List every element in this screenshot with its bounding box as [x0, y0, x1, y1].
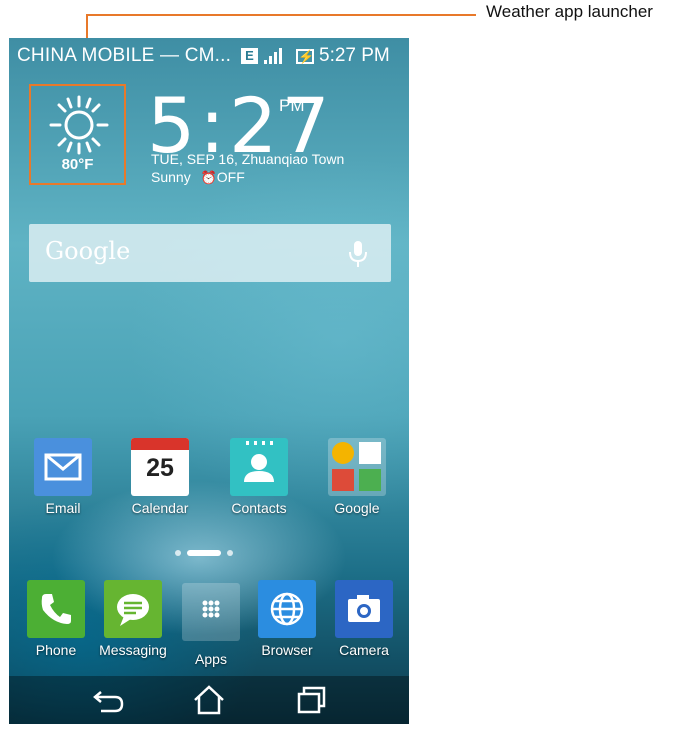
weather-app-launcher[interactable]: 80°F	[29, 84, 126, 185]
app-label-email: Email	[45, 500, 81, 516]
weather-condition-line: Sunny ⏰OFF	[151, 169, 245, 186]
battery-charging-icon: ⚡	[296, 49, 315, 64]
weather-condition: Sunny	[151, 169, 191, 185]
app-email[interactable]: Email	[23, 438, 103, 516]
clock-ampm: PM	[279, 96, 305, 115]
date-location: TUE, SEP 16, Zhuanqiao Town	[151, 151, 345, 167]
app-label-google: Google	[334, 500, 380, 516]
alarm-status: OFF	[216, 169, 245, 185]
phone-handset-icon	[27, 580, 85, 638]
dock-app-phone[interactable]: Phone	[16, 580, 96, 658]
camera-icon	[335, 580, 393, 638]
globe-icon	[258, 580, 316, 638]
callout-label: Weather app launcher	[486, 2, 653, 21]
app-contacts[interactable]: Contacts	[219, 438, 299, 516]
navigation-bar	[9, 676, 409, 724]
status-icons: E ⚡	[241, 47, 314, 64]
dock-app-messaging[interactable]: Messaging	[93, 580, 173, 658]
page-dot	[175, 550, 181, 556]
sun-icon	[49, 95, 109, 155]
recent-apps-icon[interactable]	[291, 682, 331, 718]
dock-app-browser[interactable]: Browser	[247, 580, 327, 658]
app-grid-icon	[182, 583, 240, 641]
dock-label-camera: Camera	[339, 642, 389, 658]
contact-card-icon	[230, 438, 288, 496]
carrier-name: CHINA MOBILE — CM...	[17, 45, 232, 66]
alarm-clock-icon: ⏰	[200, 170, 217, 185]
dock-label-phone: Phone	[35, 642, 77, 658]
folder-icon	[328, 438, 386, 496]
back-arrow-icon[interactable]	[89, 682, 129, 718]
envelope-icon	[34, 438, 92, 496]
app-label-contacts: Contacts	[231, 500, 287, 516]
status-bar: CHINA MOBILE — CM... E ⚡ 5:27 PM	[9, 38, 409, 74]
home-icon[interactable]	[189, 682, 229, 718]
dock-label-messaging: Messaging	[99, 642, 167, 658]
dock-label-apps: Apps	[195, 651, 227, 667]
network-type-icon: E	[241, 48, 258, 64]
chat-bubble-icon	[104, 580, 162, 638]
dock-app-apps[interactable]: Apps	[171, 583, 251, 667]
page-dot	[227, 550, 233, 556]
app-calendar[interactable]: 25 Calendar	[120, 438, 200, 516]
google-search-bar[interactable]: Google	[29, 224, 391, 282]
callout-line	[86, 14, 476, 16]
dock-app-camera[interactable]: Camera	[324, 580, 404, 658]
screenshot-canvas: Weather app launcher CHINA MOBILE — CM..…	[0, 0, 689, 749]
calendar-day: 25	[146, 454, 174, 482]
page-indicator	[175, 550, 233, 556]
status-time: 5:27 PM	[319, 45, 390, 66]
dock-label-browser: Browser	[261, 642, 313, 658]
calendar-icon: 25	[131, 438, 189, 496]
microphone-icon[interactable]	[347, 240, 369, 268]
signal-strength-icon	[264, 47, 282, 64]
google-logo: Google	[45, 237, 131, 265]
app-label-calendar: Calendar	[131, 500, 189, 516]
app-folder-google[interactable]: Google	[317, 438, 397, 516]
page-dot-active	[187, 550, 221, 556]
phone-home-screen: CHINA MOBILE — CM... E ⚡ 5:27 PM 80°F 5:…	[9, 38, 409, 724]
temperature-value: 80°F	[61, 156, 94, 173]
